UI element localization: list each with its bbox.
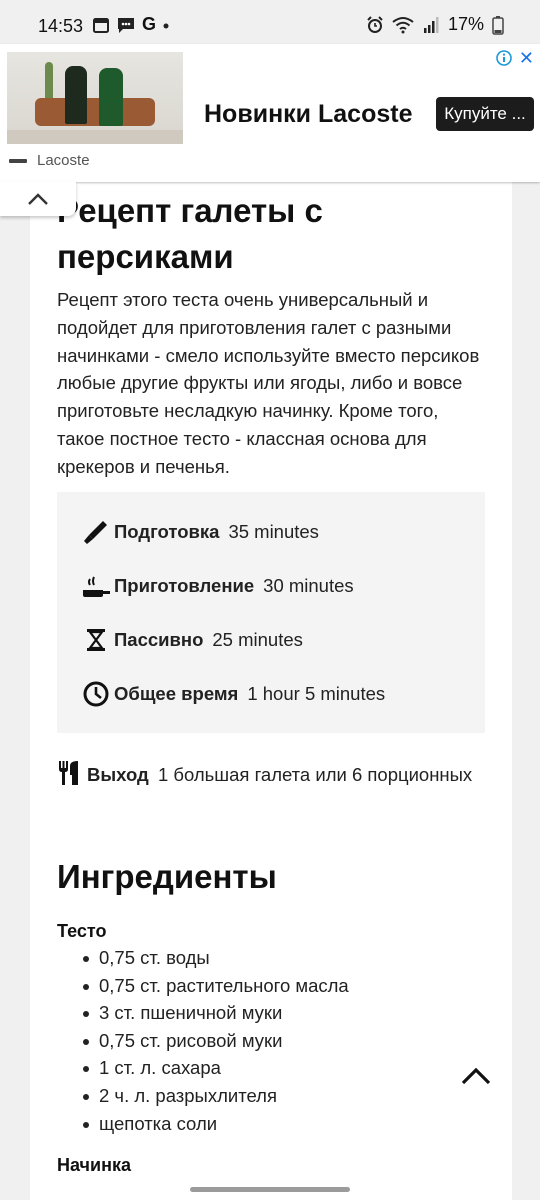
ingredient-item: 0,75 ст. воды	[57, 944, 349, 972]
time-value: 25 minutes	[212, 629, 303, 650]
time-label: Общее время	[114, 683, 239, 704]
status-time: 14:53	[38, 16, 84, 36]
calendar-icon	[93, 17, 109, 33]
chat-icon	[118, 17, 134, 33]
knife-icon	[82, 518, 110, 546]
pan-icon	[82, 572, 110, 600]
recipe-yield: Выход 1 большая галета или 6 порционных	[57, 760, 477, 794]
home-indicator[interactable]	[190, 1187, 350, 1192]
ingredient-group-title: Начинка	[57, 1155, 131, 1175]
time-value: 30 minutes	[263, 575, 354, 596]
clock-icon	[82, 680, 110, 708]
ingredient-item: 1 ст. л. сахара	[57, 1054, 349, 1082]
recipe-intro: Рецепт этого теста очень универсальный и…	[57, 289, 480, 477]
wifi-icon	[392, 16, 414, 33]
time-value: 1 hour 5 minutes	[247, 683, 386, 704]
collapse-ad-button[interactable]	[0, 182, 76, 216]
hourglass-icon	[82, 626, 110, 654]
system-icons: 17%	[366, 14, 504, 35]
time-value: 35 minutes	[228, 521, 319, 542]
time-row-passive: Пассивно 25 minutes	[82, 626, 303, 654]
ad-cta-button[interactable]: Купуйте ...	[436, 97, 534, 131]
ingredients-heading: Ингредиенты	[57, 858, 277, 895]
time-row-total: Общее время 1 hour 5 minutes	[82, 680, 385, 708]
time-label: Пассивно	[114, 629, 204, 650]
notification-icons: G	[92, 14, 170, 35]
ad-headline[interactable]: Новинки Lacoste	[204, 100, 412, 129]
brand-logo-icon	[9, 158, 27, 163]
battery-icon	[492, 15, 504, 35]
recipe-title: Рецепт галеты с персиками	[57, 192, 323, 275]
signal-icon	[423, 16, 439, 33]
time-label: Приготовление	[114, 575, 255, 596]
ingredient-group-title: Тесто	[57, 921, 107, 941]
yield-value: 1 большая галета или 6 порционных	[157, 764, 473, 785]
chevron-up-icon	[461, 1067, 491, 1085]
fork-knife-icon	[57, 760, 81, 794]
chevron-up-icon	[28, 193, 48, 205]
scroll-to-top-button[interactable]	[456, 1058, 496, 1094]
yield-label: Выход	[87, 764, 149, 785]
ingredient-item: 0,75 ст. рисовой муки	[57, 1027, 349, 1055]
status-bar: 14:53 G 17%	[0, 0, 540, 44]
ingredient-list: 0,75 ст. воды 0,75 ст. растительного мас…	[57, 944, 349, 1137]
ad-banner[interactable]: Lacoste Новинки Lacoste Купуйте ... ✕	[0, 44, 540, 182]
dot-icon	[163, 23, 169, 28]
time-row-prep: Подготовка 35 minutes	[82, 518, 319, 546]
ad-close-icon[interactable]: ✕	[519, 48, 534, 69]
recipe-times: Подготовка 35 minutes Приготовление 30 m…	[57, 492, 485, 733]
battery-level: 17%	[447, 14, 484, 34]
ingredient-item: 3 ст. пшеничной муки	[57, 999, 349, 1027]
ingredient-item: щепотка соли	[57, 1110, 349, 1138]
ingredient-item: 0,75 ст. растительного масла	[57, 972, 349, 1000]
ad-brand-name: Lacoste	[37, 152, 90, 169]
time-label: Подготовка	[114, 521, 220, 542]
adchoices-icon[interactable]	[496, 50, 512, 66]
time-row-cook: Приготовление 30 minutes	[82, 572, 354, 600]
ad-brand: Lacoste	[9, 152, 90, 169]
ad-image[interactable]	[7, 52, 183, 144]
ingredient-item: 2 ч. л. разрыхлителя	[57, 1082, 349, 1110]
google-icon: G	[142, 14, 157, 34]
alarm-icon	[367, 15, 383, 33]
